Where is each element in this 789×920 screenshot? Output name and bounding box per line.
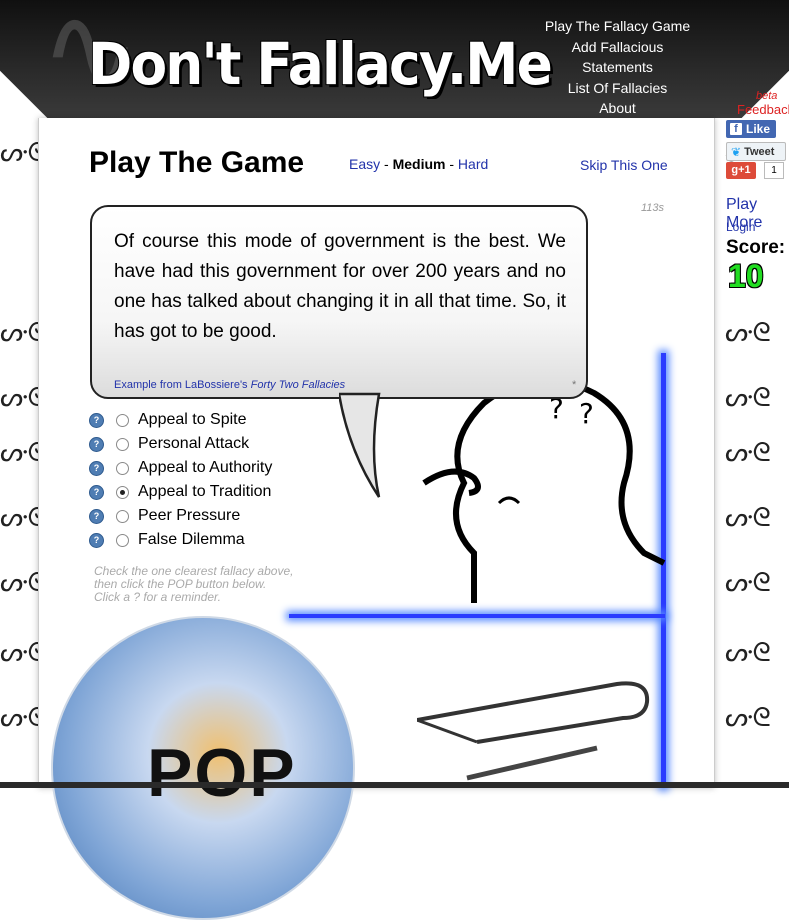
option-label: Appeal to Authority	[138, 459, 273, 476]
quote-footnote-marker: *	[572, 379, 577, 391]
nav-list-fallacies[interactable]: List Of Fallacies	[535, 78, 700, 99]
timer: 113s	[641, 202, 665, 214]
facebook-icon: f	[730, 123, 742, 135]
option-appeal-to-spite[interactable]: ? Appeal to Spite	[89, 408, 272, 432]
option-label: Appeal to Spite	[138, 411, 247, 428]
radio-button[interactable]	[116, 461, 129, 475]
option-label: Appeal to Tradition	[138, 483, 272, 500]
option-false-dilemma[interactable]: ? False Dilemma	[89, 528, 272, 552]
pop-button-label[interactable]: POP	[147, 734, 297, 812]
google-plus-count: 1	[764, 162, 784, 179]
option-appeal-to-tradition[interactable]: ? Appeal to Tradition	[89, 480, 272, 504]
option-peer-pressure[interactable]: ? Peer Pressure	[89, 504, 272, 528]
fallacy-options: ? Appeal to Spite ? Personal Attack ? Ap…	[89, 408, 272, 552]
quote-source-prefix: Example from LaBossiere's	[114, 379, 251, 391]
quote-source-link[interactable]: Forty Two Fallacies	[251, 379, 346, 391]
score-value: 10	[728, 258, 764, 294]
safety-pin-icon	[417, 681, 650, 781]
help-icon[interactable]: ?	[89, 460, 104, 476]
quote-bubble: Of course this mode of government is the…	[90, 205, 588, 399]
top-nav: Play The Fallacy Game Add Fallacious Sta…	[535, 16, 700, 118]
game-panel: Play The Game Easy - Medium - Hard Skip …	[38, 118, 715, 920]
help-icon[interactable]: ?	[89, 508, 104, 524]
difficulty-easy-link[interactable]: Easy	[349, 156, 380, 172]
svg-text:?: ?	[579, 397, 594, 430]
help-icon[interactable]: ?	[89, 412, 104, 428]
page-title: Play The Game	[89, 146, 305, 179]
option-label: Peer Pressure	[138, 507, 241, 524]
difficulty-separator: -	[380, 156, 393, 172]
nav-add-statements[interactable]: Add Fallacious Statements	[535, 37, 700, 78]
login-link[interactable]: Login	[726, 220, 755, 234]
difficulty-separator: -	[445, 156, 458, 172]
instructions: Check the one clearest fallacy above, th…	[94, 565, 293, 604]
site-logo[interactable]: Don't Fallacy.Me	[88, 30, 553, 98]
difficulty-medium-current: Medium	[392, 156, 446, 172]
help-icon[interactable]: ?	[89, 436, 104, 452]
radio-button[interactable]	[116, 509, 129, 523]
quote-source: Example from LaBossiere's Forty Two Fall…	[114, 379, 345, 391]
radio-button[interactable]	[116, 533, 129, 547]
option-label: False Dilemma	[138, 531, 245, 548]
like-label: Like	[746, 122, 771, 136]
nav-play-game[interactable]: Play The Fallacy Game	[535, 16, 700, 37]
feedback-link[interactable]: Feedback	[737, 102, 789, 117]
radio-button-selected[interactable]	[116, 485, 129, 499]
google-plus-button[interactable]: g+1	[726, 162, 756, 179]
tweet-button[interactable]: ❦ Tweet	[726, 142, 786, 161]
facebook-like-button[interactable]: f Like	[726, 120, 776, 138]
radio-button[interactable]	[116, 437, 129, 451]
difficulty-selector: Easy - Medium - Hard	[349, 156, 488, 172]
option-label: Personal Attack	[138, 435, 250, 452]
option-personal-attack[interactable]: ? Personal Attack	[89, 432, 272, 456]
difficulty-hard-link[interactable]: Hard	[458, 156, 488, 172]
fallacy-quote: Of course this mode of government is the…	[114, 231, 566, 342]
twitter-bird-icon: ❦	[731, 144, 742, 159]
nav-about[interactable]: About	[535, 98, 700, 118]
tweet-label: Tweet	[744, 145, 775, 158]
taskbar-strip	[0, 782, 789, 788]
option-appeal-to-authority[interactable]: ? Appeal to Authority	[89, 456, 272, 480]
score-label: Score:	[726, 237, 786, 258]
radio-button[interactable]	[116, 413, 129, 427]
instruction-line: Click a ? for a reminder.	[94, 590, 221, 604]
help-icon[interactable]: ?	[89, 532, 104, 548]
bubble-tail	[339, 392, 381, 498]
beta-label: beta	[756, 90, 778, 102]
skip-link[interactable]: Skip This One	[580, 157, 668, 173]
help-icon[interactable]: ?	[89, 484, 104, 500]
site-header: ∿ Don't Fallacy.Me Play The Fallacy Game…	[0, 0, 789, 118]
